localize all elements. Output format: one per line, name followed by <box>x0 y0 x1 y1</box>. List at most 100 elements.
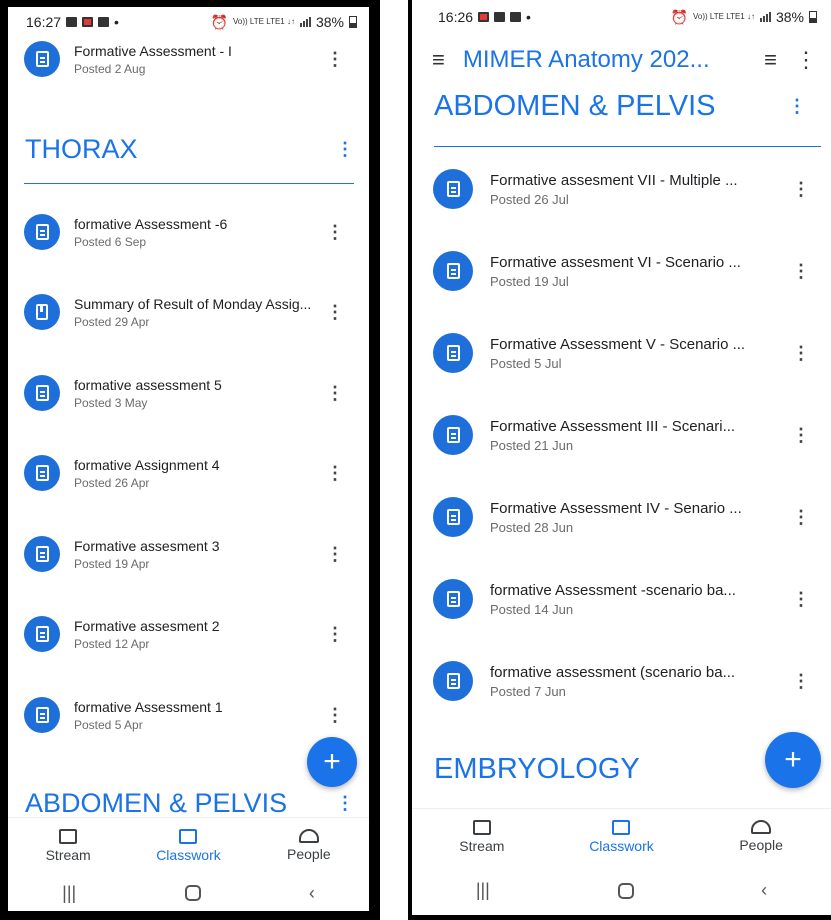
dot-icon: • <box>526 9 531 25</box>
list-item[interactable]: Summary of Result of Monday Assig... Pos… <box>8 282 369 342</box>
section-header: THORAX ⋮ <box>8 127 369 171</box>
nav-people[interactable]: People <box>259 818 359 873</box>
assignment-icon <box>24 616 60 652</box>
notification-icon <box>82 17 94 27</box>
section-more-options-icon[interactable]: ⋮ <box>335 140 355 158</box>
status-bar: 16:26 • ⏰ Vo)) LTE LTE1 ↓↑ 38% <box>412 0 831 34</box>
battery-icon <box>349 16 357 28</box>
nav-stream[interactable]: Stream <box>18 818 118 873</box>
more-options-icon[interactable]: ⋮ <box>325 464 345 482</box>
list-item[interactable]: formative Assessment 1 Posted 5 Apr ⋮ <box>8 685 369 745</box>
section-more-options-icon[interactable]: ⋮ <box>787 97 807 115</box>
more-options-icon[interactable]: ⋮ <box>791 590 811 608</box>
stream-icon <box>59 828 78 844</box>
assignment-icon <box>433 661 473 701</box>
recent-apps-icon[interactable]: ||| <box>62 883 76 904</box>
section-divider <box>434 146 821 147</box>
list-item[interactable]: formative Assessment -6 Posted 6 Sep ⋮ <box>8 202 369 262</box>
battery-icon <box>809 11 817 23</box>
list-item[interactable]: Formative assesment 3 Posted 19 Apr ⋮ <box>8 524 369 584</box>
section-title: ABDOMEN & PELVIS <box>434 89 716 122</box>
app-bar: ≡ MIMER Anatomy 202... ≡ ⋮ <box>412 34 831 86</box>
filter-icon[interactable]: ≡ <box>764 47 777 73</box>
item-title: Formative assesment VI - Scenario ... <box>490 253 741 271</box>
list-item[interactable]: formative Assignment 4 Posted 26 Apr ⋮ <box>8 443 369 503</box>
assignment-icon <box>433 251 473 291</box>
list-item[interactable]: formative Assessment -scenario ba... Pos… <box>412 569 831 629</box>
notification-icon <box>478 12 490 22</box>
signal-icon <box>759 12 771 22</box>
classwork-list: Formative Assessment - I Posted 2 Aug ⋮ … <box>8 37 369 817</box>
item-title: Formative assesment 2 <box>74 617 220 634</box>
home-icon[interactable] <box>617 882 634 899</box>
more-options-icon[interactable]: ⋮ <box>325 303 345 321</box>
plus-icon: + <box>323 745 341 778</box>
list-item[interactable]: Formative assesment VI - Scenario ... Po… <box>412 241 831 301</box>
section-title: THORAX <box>25 133 138 164</box>
item-posted: Posted 28 Jun <box>490 519 574 535</box>
more-options-icon[interactable]: ⋮ <box>795 47 817 73</box>
recent-apps-icon[interactable]: ||| <box>476 880 490 901</box>
list-item[interactable]: Formative Assessment III - Scenari... Po… <box>412 405 831 465</box>
more-options-icon[interactable]: ⋮ <box>791 262 811 280</box>
section-header: ABDOMEN & PELVIS ⋮ <box>8 781 369 818</box>
item-posted: Posted 29 Apr <box>74 314 150 329</box>
item-posted: Posted 5 Jul <box>490 355 562 371</box>
add-fab-button[interactable]: + <box>307 737 357 787</box>
bottom-navigation: Stream Classwork People <box>8 817 369 873</box>
system-navigation: ||| ‹ <box>412 868 831 913</box>
back-icon[interactable]: ‹ <box>309 883 315 904</box>
nav-classwork[interactable]: Classwork <box>138 818 238 873</box>
right-phone-screen: 16:26 • ⏰ Vo)) LTE LTE1 ↓↑ 38% ≡ MIMER A… <box>408 0 831 920</box>
more-options-icon[interactable]: ⋮ <box>791 672 811 690</box>
item-title: Formative Assessment - I <box>74 42 232 59</box>
item-title: formative Assessment -scenario ba... <box>490 581 736 599</box>
assignment-icon <box>433 169 473 209</box>
section-title: ABDOMEN & PELVIS <box>25 787 288 818</box>
item-title: Formative Assessment III - Scenari... <box>490 417 736 435</box>
menu-icon[interactable]: ≡ <box>432 47 445 73</box>
assignment-icon <box>24 375 60 411</box>
list-item[interactable]: Formative assesment VII - Multiple ... P… <box>412 159 831 219</box>
network-label: Vo)) LTE LTE1 ↓↑ <box>693 12 755 21</box>
more-options-icon[interactable]: ⋮ <box>325 545 345 563</box>
plus-icon: + <box>784 743 802 776</box>
item-title: Formative assesment VII - Multiple ... <box>490 171 738 189</box>
more-options-icon[interactable]: ⋮ <box>325 50 345 68</box>
nav-people[interactable]: People <box>711 809 811 864</box>
list-item[interactable]: Formative Assessment IV - Senario ... Po… <box>412 487 831 547</box>
list-item[interactable]: formative assessment 5 Posted 3 May ⋮ <box>8 363 369 423</box>
item-posted: Posted 14 Jun <box>490 601 574 617</box>
clock: 16:26 <box>438 9 474 25</box>
assignment-icon <box>24 536 60 572</box>
back-icon[interactable]: ‹ <box>761 880 767 901</box>
item-title: formative Assessment -6 <box>74 215 228 232</box>
home-icon[interactable] <box>184 885 201 901</box>
class-title: MIMER Anatomy 202... <box>462 46 710 73</box>
material-icon <box>24 294 60 330</box>
item-title: formative Assessment 1 <box>74 698 223 715</box>
list-item[interactable]: Formative Assessment V - Scenario ... Po… <box>412 323 831 383</box>
bottom-navigation: Stream Classwork People <box>412 808 831 864</box>
more-options-icon[interactable]: ⋮ <box>791 508 811 526</box>
add-fab-button[interactable]: + <box>765 732 821 788</box>
section-more-options-icon[interactable]: ⋮ <box>335 794 355 812</box>
nav-classwork[interactable]: Classwork <box>571 809 671 864</box>
item-posted: Posted 19 Apr <box>74 556 150 571</box>
list-item[interactable]: Formative assesment 2 Posted 12 Apr ⋮ <box>8 604 369 664</box>
more-options-icon[interactable]: ⋮ <box>325 384 345 402</box>
more-options-icon[interactable]: ⋮ <box>325 625 345 643</box>
nav-stream[interactable]: Stream <box>432 809 532 864</box>
more-options-icon[interactable]: ⋮ <box>325 223 345 241</box>
section-divider <box>24 183 354 184</box>
list-item[interactable]: formative assessment (scenario ba... Pos… <box>412 651 831 711</box>
list-item[interactable]: Formative Assessment - I Posted 2 Aug ⋮ <box>8 37 369 89</box>
signal-icon <box>299 17 311 27</box>
item-posted: Posted 12 Apr <box>74 636 150 651</box>
alarm-icon: ⏰ <box>670 8 689 25</box>
more-options-icon[interactable]: ⋮ <box>791 180 811 198</box>
assignment-icon <box>24 41 60 77</box>
more-options-icon[interactable]: ⋮ <box>791 426 811 444</box>
more-options-icon[interactable]: ⋮ <box>325 706 345 724</box>
more-options-icon[interactable]: ⋮ <box>791 344 811 362</box>
